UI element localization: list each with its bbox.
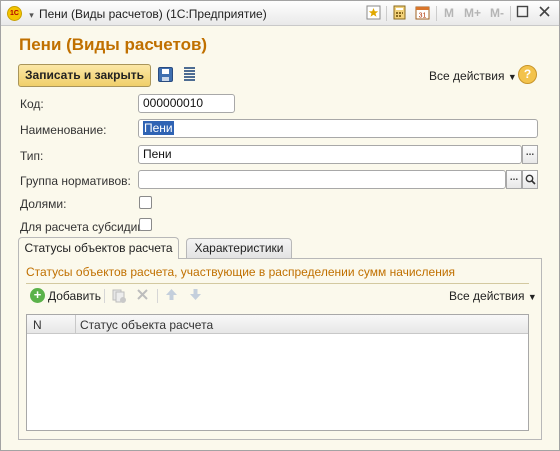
memory-plus-button[interactable]: M+ <box>464 6 481 20</box>
column-header-status[interactable]: Статус объекта расчета <box>80 318 213 332</box>
close-icon[interactable] <box>536 5 553 22</box>
search-icon <box>525 174 536 185</box>
name-field[interactable]: Пени <box>138 119 538 138</box>
move-down-icon[interactable] <box>188 288 203 303</box>
favorite-icon[interactable] <box>365 5 382 22</box>
save-icon[interactable] <box>158 67 173 82</box>
type-label: Тип: <box>20 149 44 163</box>
shares-checkbox[interactable] <box>139 196 152 209</box>
help-button[interactable]: ? <box>518 65 537 84</box>
maximize-icon[interactable] <box>514 5 531 22</box>
title-bar: 1С ▾ Пени (Виды расчетов) (1С:Предприяти… <box>1 1 559 26</box>
app-logo-icon[interactable]: 1С <box>7 6 22 21</box>
name-field-value: Пени <box>143 121 174 135</box>
delete-icon[interactable] <box>135 288 150 303</box>
memory-button[interactable]: M <box>444 6 454 20</box>
group-divider <box>26 283 529 284</box>
add-icon[interactable]: + <box>30 288 45 303</box>
chevron-down-icon: ▼ <box>507 72 517 82</box>
form-window: 1С ▾ Пени (Виды расчетов) (1С:Предприяти… <box>0 0 560 451</box>
chevron-down-icon: ▼ <box>527 292 537 302</box>
all-actions-menu[interactable]: Все действия ▼ <box>429 69 517 83</box>
page-title: Пени (Виды расчетов) <box>19 35 208 54</box>
code-field[interactable]: 000000010 <box>138 94 235 113</box>
memory-minus-button[interactable]: M- <box>490 6 504 20</box>
shares-label: Долями: <box>20 197 67 211</box>
name-label: Наименование: <box>20 123 107 137</box>
tab-statuses[interactable]: Статусы объектов расчета <box>18 237 179 259</box>
calendar-icon[interactable]: 31 <box>414 5 431 22</box>
column-header-n[interactable]: N <box>33 318 42 332</box>
type-field[interactable]: Пени <box>138 145 522 164</box>
calculator-icon[interactable] <box>391 5 408 22</box>
copy-icon[interactable] <box>111 288 126 303</box>
all-actions-label: Все действия <box>429 69 505 83</box>
norm-group-select-button[interactable]: ... <box>506 170 522 189</box>
norm-group-label: Группа нормативов: <box>20 174 131 188</box>
chevron-down-icon[interactable]: ▾ <box>23 7 40 24</box>
tab-characteristics[interactable]: Характеристики <box>186 238 292 258</box>
norm-group-field[interactable] <box>138 170 506 189</box>
table-header: N Статус объекта расчета <box>27 315 528 334</box>
statuses-table[interactable]: N Статус объекта расчета <box>26 314 529 431</box>
code-label: Код: <box>20 97 44 111</box>
norm-group-search-button[interactable] <box>522 170 538 189</box>
add-button[interactable]: Добавить <box>48 289 101 303</box>
subsidy-label: Для расчета субсидии: <box>20 220 148 234</box>
list-icon[interactable] <box>184 67 195 82</box>
type-select-button[interactable]: ... <box>522 145 538 164</box>
table-all-actions-label: Все действия <box>449 289 525 303</box>
move-up-icon[interactable] <box>164 288 179 303</box>
window-title: Пени (Виды расчетов) (1С:Предприятие) <box>39 7 267 21</box>
subsidy-checkbox[interactable] <box>139 218 152 231</box>
table-all-actions-menu[interactable]: Все действия ▼ <box>449 289 537 303</box>
svg-text:31: 31 <box>419 13 427 20</box>
save-and-close-button[interactable]: Записать и закрыть <box>18 64 151 87</box>
group-title: Статусы объектов расчета, участвующие в … <box>26 265 456 279</box>
